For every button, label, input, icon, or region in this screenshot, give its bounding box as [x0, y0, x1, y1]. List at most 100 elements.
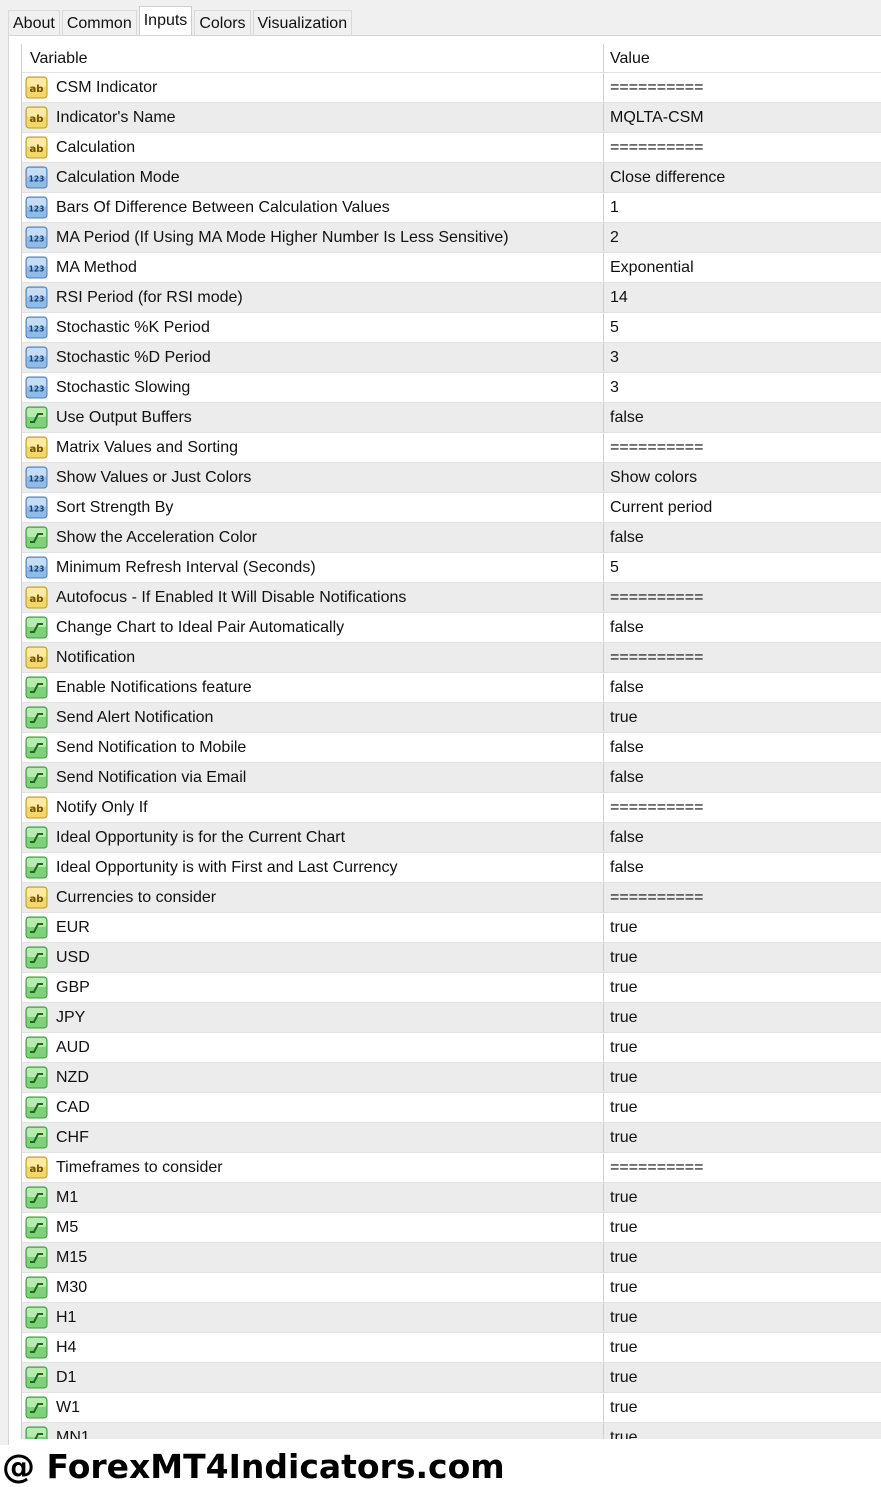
value-cell[interactable]: false [604, 523, 881, 552]
tab-about[interactable]: About [8, 10, 60, 36]
value-cell[interactable]: true [604, 1123, 881, 1152]
value-cell[interactable]: true [604, 1183, 881, 1212]
table-row[interactable]: 123 Minimum Refresh Interval (Seconds) 5 [22, 552, 881, 582]
table-row[interactable]: Use Output Buffers false [22, 402, 881, 432]
table-row[interactable]: EUR true [22, 912, 881, 942]
table-row[interactable]: CAD true [22, 1092, 881, 1122]
value-cell[interactable]: ========== [604, 1153, 881, 1182]
table-row[interactable]: Send Notification via Email false [22, 762, 881, 792]
table-row[interactable]: 123 RSI Period (for RSI mode) 14 [22, 282, 881, 312]
value-cell[interactable]: ========== [604, 133, 881, 162]
table-row[interactable]: ab Notify Only If ========== [22, 792, 881, 822]
table-row[interactable]: ab Currencies to consider ========== [22, 882, 881, 912]
table-row[interactable]: USD true [22, 942, 881, 972]
value-cell[interactable]: true [604, 703, 881, 732]
value-cell[interactable]: Current period [604, 493, 881, 522]
table-row[interactable]: AUD true [22, 1032, 881, 1062]
value-cell[interactable]: false [604, 733, 881, 762]
value-cell[interactable]: Exponential [604, 253, 881, 282]
value-cell[interactable]: Close difference [604, 163, 881, 192]
value-cell[interactable]: ========== [604, 793, 881, 822]
table-row[interactable]: Send Alert Notification true [22, 702, 881, 732]
value-cell[interactable]: true [604, 973, 881, 1002]
value-cell[interactable]: 5 [604, 313, 881, 342]
value-cell[interactable]: ========== [604, 883, 881, 912]
table-row[interactable]: H1 true [22, 1302, 881, 1332]
table-row[interactable]: CHF true [22, 1122, 881, 1152]
tab-visualization[interactable]: Visualization [252, 10, 353, 36]
value-cell[interactable]: 14 [604, 283, 881, 312]
value-cell[interactable]: true [604, 943, 881, 972]
value-cell[interactable]: true [604, 1303, 881, 1332]
table-row[interactable]: JPY true [22, 1002, 881, 1032]
table-row[interactable]: 123 MA Period (If Using MA Mode Higher Nu… [22, 222, 881, 252]
value-cell[interactable]: true [604, 1243, 881, 1272]
value-cell[interactable]: false [604, 673, 881, 702]
table-row[interactable]: W1 true [22, 1392, 881, 1422]
value-cell[interactable]: MQLTA-CSM [604, 103, 881, 132]
tab-colors[interactable]: Colors [194, 10, 251, 36]
value-cell[interactable]: true [604, 913, 881, 942]
table-row[interactable]: ab Autofocus - If Enabled It Will Disable… [22, 582, 881, 612]
table-row[interactable]: 123 Calculation Mode Close difference [22, 162, 881, 192]
value-cell[interactable]: 3 [604, 343, 881, 372]
table-row[interactable]: 123 MA Method Exponential [22, 252, 881, 282]
value-cell[interactable]: 2 [604, 223, 881, 252]
value-cell[interactable]: true [604, 1363, 881, 1392]
table-row[interactable]: 123 Stochastic Slowing 3 [22, 372, 881, 402]
table-row[interactable]: M5 true [22, 1212, 881, 1242]
table-row[interactable]: Ideal Opportunity is with First and Last… [22, 852, 881, 882]
value-cell[interactable]: false [604, 823, 881, 852]
table-row[interactable]: MN1 true [22, 1422, 881, 1439]
table-row[interactable]: M30 true [22, 1272, 881, 1302]
table-row[interactable]: ab CSM Indicator ========== [22, 72, 881, 102]
table-row[interactable]: 123 Bars Of Difference Between Calculatio… [22, 192, 881, 222]
table-row[interactable]: ab Matrix Values and Sorting ========== [22, 432, 881, 462]
value-cell[interactable]: true [604, 1333, 881, 1362]
value-cell[interactable]: false [604, 613, 881, 642]
value-cell[interactable]: false [604, 403, 881, 432]
column-header-value[interactable]: Value [604, 44, 881, 72]
value-cell[interactable]: true [604, 1393, 881, 1422]
table-row[interactable]: Enable Notifications feature false [22, 672, 881, 702]
table-row[interactable]: GBP true [22, 972, 881, 1002]
value-cell[interactable]: Show colors [604, 463, 881, 492]
value-cell[interactable]: true [604, 1093, 881, 1122]
table-row[interactable]: ab Indicator's Name MQLTA-CSM [22, 102, 881, 132]
table-row[interactable]: Send Notification to Mobile false [22, 732, 881, 762]
value-cell[interactable]: true [604, 1033, 881, 1062]
table-row[interactable]: M15 true [22, 1242, 881, 1272]
value-cell[interactable]: ========== [604, 433, 881, 462]
value-cell[interactable]: ========== [604, 583, 881, 612]
table-row[interactable]: 123 Show Values or Just Colors Show colors [22, 462, 881, 492]
value-cell[interactable]: true [604, 1063, 881, 1092]
value-cell[interactable]: true [604, 1213, 881, 1242]
value-cell[interactable]: 5 [604, 553, 881, 582]
value-cell[interactable]: false [604, 763, 881, 792]
tab-common[interactable]: Common [61, 10, 137, 36]
table-row[interactable]: Ideal Opportunity is for the Current Cha… [22, 822, 881, 852]
table-row[interactable]: 123 Stochastic %K Period 5 [22, 312, 881, 342]
column-header-variable[interactable]: Variable [22, 44, 604, 72]
table-row[interactable]: D1 true [22, 1362, 881, 1392]
value-cell[interactable]: 3 [604, 373, 881, 402]
value-cell[interactable]: true [604, 1273, 881, 1302]
value-cell[interactable]: ========== [604, 73, 881, 102]
table-row[interactable]: NZD true [22, 1062, 881, 1092]
table-row[interactable]: Change Chart to Ideal Pair Automatically… [22, 612, 881, 642]
value-cell[interactable]: true [604, 1423, 881, 1440]
table-row[interactable]: ab Timeframes to consider ========== [22, 1152, 881, 1182]
boolean-icon-part [25, 706, 48, 729]
value-cell[interactable]: false [604, 853, 881, 882]
value-cell[interactable]: 1 [604, 193, 881, 222]
table-row[interactable]: ab Calculation ========== [22, 132, 881, 162]
table-row[interactable]: 123 Sort Strength By Current period [22, 492, 881, 522]
table-row[interactable]: 123 Stochastic %D Period 3 [22, 342, 881, 372]
value-cell[interactable]: ========== [604, 643, 881, 672]
table-row[interactable]: M1 true [22, 1182, 881, 1212]
table-row[interactable]: ab Notification ========== [22, 642, 881, 672]
table-row[interactable]: H4 true [22, 1332, 881, 1362]
value-cell[interactable]: true [604, 1003, 881, 1032]
table-row[interactable]: Show the Acceleration Color false [22, 522, 881, 552]
tab-inputs[interactable]: Inputs [138, 6, 193, 36]
